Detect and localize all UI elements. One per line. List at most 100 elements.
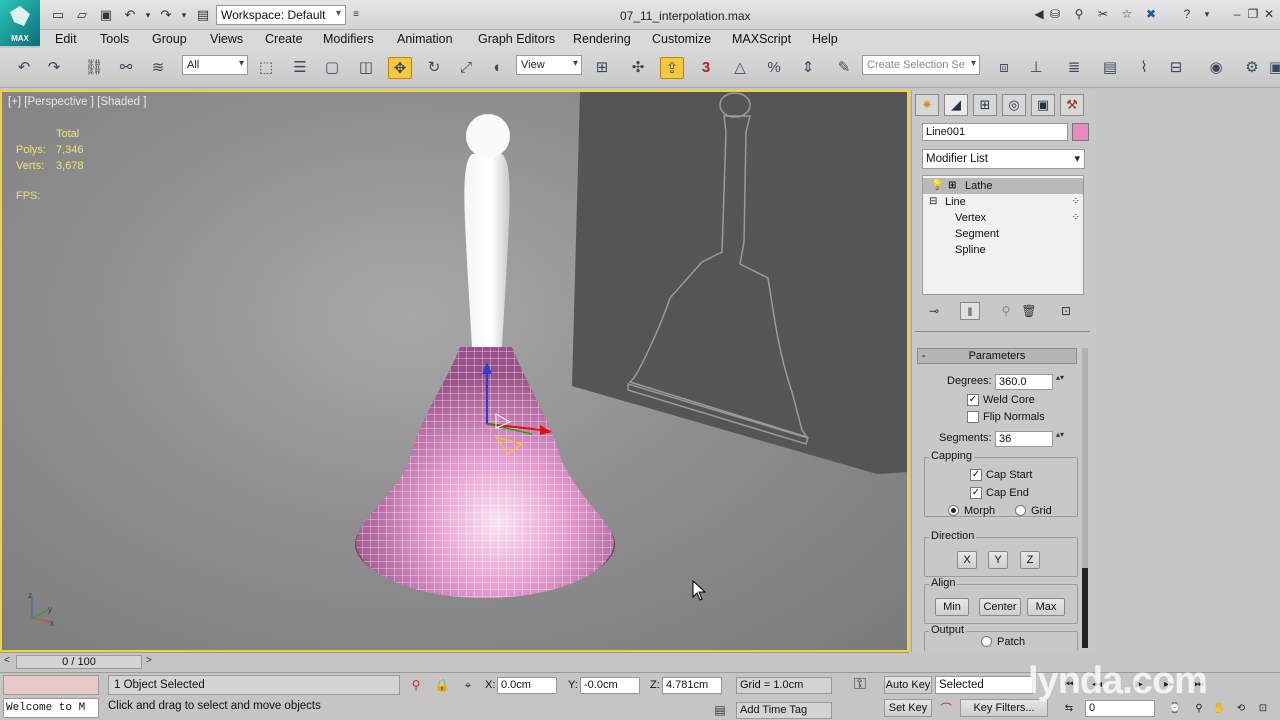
key-selection-dropdown[interactable]: Selected bbox=[935, 676, 1033, 694]
pan-icon[interactable]: ✋ bbox=[1210, 701, 1228, 717]
rectangular-selection-icon[interactable]: ▢ bbox=[320, 57, 344, 79]
close-window-icon[interactable]: ✕ bbox=[1262, 7, 1276, 21]
undo-dropdown-icon[interactable]: ▾ bbox=[140, 7, 156, 23]
layer-manager-icon[interactable]: ≣ bbox=[1062, 57, 1086, 79]
auto-key-button[interactable]: Auto Key bbox=[884, 676, 932, 694]
viewport-label[interactable]: [+] [Perspective ] [Shaded ] bbox=[8, 96, 146, 108]
make-unique-icon[interactable]: ⚲ bbox=[996, 302, 1016, 320]
maxscript-mini-listener-text[interactable]: Welcome to M bbox=[3, 698, 99, 718]
prev-frame-arrow-icon[interactable]: < bbox=[4, 655, 10, 666]
redo-icon[interactable]: ↷ bbox=[42, 57, 66, 79]
customize-qat-icon[interactable]: ≡ bbox=[348, 7, 364, 23]
redo-dropdown-icon[interactable]: ▾ bbox=[176, 7, 192, 23]
align-max-button[interactable]: Max bbox=[1027, 598, 1065, 616]
select-by-name-icon[interactable]: ☰ bbox=[288, 57, 312, 79]
select-and-scale-icon[interactable]: ⤢ bbox=[454, 57, 478, 79]
add-time-tag-button[interactable]: Add Time Tag bbox=[736, 702, 832, 719]
search-icon[interactable]: ⚲ bbox=[1072, 7, 1086, 21]
isolate-selection-icon[interactable]: ⚲ bbox=[408, 677, 424, 693]
menu-maxscript[interactable]: MAXScript bbox=[732, 32, 791, 46]
stack-item-segment[interactable]: Segment bbox=[923, 226, 1083, 242]
display-tab-icon[interactable]: ▣ bbox=[1031, 94, 1055, 116]
unlink-icon[interactable]: ⚯ bbox=[114, 57, 138, 79]
morph-radio[interactable] bbox=[948, 505, 959, 516]
pin-stack-icon[interactable]: ⊸ bbox=[924, 302, 944, 320]
patch-radio[interactable] bbox=[981, 636, 992, 647]
time-config-icon[interactable]: ⌚ bbox=[1166, 701, 1184, 717]
restore-icon[interactable]: ❐ bbox=[1246, 7, 1260, 21]
weld-core-checkbox[interactable]: ✓ bbox=[967, 394, 979, 406]
z-coord-input[interactable]: 4.781cm bbox=[662, 677, 722, 694]
menu-group[interactable]: Group bbox=[152, 32, 187, 46]
mirror-icon[interactable]: ⧈ bbox=[992, 57, 1016, 79]
x-coord-input[interactable]: 0.0cm bbox=[497, 677, 557, 694]
lightbulb-icon[interactable]: 💡 bbox=[931, 178, 943, 194]
object-color-swatch[interactable] bbox=[1072, 123, 1089, 141]
tools-icon[interactable]: ✂ bbox=[1096, 7, 1110, 21]
project-folder-icon[interactable]: ▤ bbox=[195, 7, 211, 23]
stack-item-vertex[interactable]: Vertex ⁘ bbox=[923, 210, 1083, 226]
remove-modifier-icon[interactable]: 🗑 bbox=[1019, 302, 1039, 320]
motion-tab-icon[interactable]: ◎ bbox=[1002, 94, 1026, 116]
select-and-link-icon[interactable]: ⛓ bbox=[82, 57, 106, 79]
segments-spinner[interactable]: 36 bbox=[995, 430, 1064, 447]
menu-animation[interactable]: Animation bbox=[397, 32, 453, 46]
object-name-field[interactable]: Line001 bbox=[922, 123, 1068, 141]
new-file-icon[interactable]: ▭ bbox=[50, 7, 66, 23]
configure-modifier-sets-icon[interactable]: ⊡ bbox=[1056, 302, 1076, 320]
maximize-viewport-icon[interactable]: ⊡ bbox=[1254, 701, 1272, 717]
time-tag-icon[interactable]: ▤ bbox=[712, 702, 728, 718]
set-key-button[interactable]: Set Key bbox=[884, 699, 932, 717]
curve-editor-icon[interactable]: ⌇ bbox=[1132, 57, 1156, 79]
absolute-mode-icon[interactable]: ⌖ bbox=[460, 677, 476, 693]
back-arrow-icon[interactable]: ◀ bbox=[1032, 7, 1046, 21]
open-file-icon[interactable]: ▱ bbox=[74, 7, 90, 23]
stack-item-spline[interactable]: Spline bbox=[923, 242, 1083, 258]
menu-create[interactable]: Create bbox=[265, 32, 303, 46]
keyboard-shortcut-override-icon[interactable]: ⇪ bbox=[660, 57, 684, 79]
menu-views[interactable]: Views bbox=[210, 32, 243, 46]
direction-x-button[interactable]: X bbox=[957, 551, 977, 569]
select-and-move-icon[interactable]: ✥ bbox=[388, 57, 412, 79]
maxscript-listener-mini[interactable] bbox=[3, 675, 99, 695]
key-mode-toggle-icon[interactable]: ⇆ bbox=[1060, 701, 1078, 717]
cap-end-checkbox[interactable]: ✓ bbox=[970, 487, 982, 499]
panel-scrollbar-thumb[interactable] bbox=[1082, 568, 1088, 648]
place-icon[interactable]: ◐ bbox=[486, 57, 510, 79]
degrees-spinner[interactable]: 360.0 bbox=[995, 373, 1064, 390]
orbit-icon[interactable]: ⟲ bbox=[1232, 701, 1250, 717]
time-slider-thumb[interactable]: 0 / 100 bbox=[16, 655, 142, 669]
selection-lock-icon[interactable]: 🔒 bbox=[434, 677, 450, 693]
show-end-result-icon[interactable]: ‖ bbox=[960, 302, 980, 320]
undo-icon[interactable]: ↶ bbox=[122, 7, 138, 23]
render-setup-icon[interactable]: ⚙ bbox=[1240, 57, 1264, 79]
named-selection-set-input[interactable]: Create Selection Se bbox=[862, 55, 980, 75]
snaps-toggle-icon[interactable]: 3 bbox=[694, 57, 718, 79]
menu-graph-editors[interactable]: Graph Editors bbox=[478, 32, 555, 46]
align-min-button[interactable]: Min bbox=[935, 598, 969, 616]
menu-rendering[interactable]: Rendering bbox=[573, 32, 631, 46]
direction-y-button[interactable]: Y bbox=[988, 551, 1008, 569]
menu-edit[interactable]: Edit bbox=[55, 32, 77, 46]
grid-radio[interactable] bbox=[1015, 505, 1026, 516]
collapse-rollout-icon[interactable]: - bbox=[922, 349, 926, 363]
spinner-snap-icon[interactable]: ⇕ bbox=[796, 57, 820, 79]
workspace-dropdown[interactable]: Workspace: Default bbox=[216, 5, 346, 25]
set-key-mode-icon[interactable]: ⚿ bbox=[846, 677, 874, 693]
edit-named-selection-icon[interactable]: ✎ bbox=[832, 57, 856, 79]
menu-customize[interactable]: Customize bbox=[652, 32, 711, 46]
create-tab-icon[interactable]: ✷ bbox=[915, 94, 939, 116]
menu-tools[interactable]: Tools bbox=[100, 32, 129, 46]
cap-start-checkbox[interactable]: ✓ bbox=[970, 469, 982, 481]
parameters-rollout-header[interactable]: - Parameters bbox=[917, 348, 1077, 364]
stack-item-line[interactable]: ⊟ Line ⁘ bbox=[923, 194, 1083, 210]
schematic-view-icon[interactable]: ⊟ bbox=[1164, 57, 1188, 79]
y-coord-input[interactable]: -0.0cm bbox=[580, 677, 640, 694]
save-icon[interactable]: ▣ bbox=[98, 7, 114, 23]
graphite-ribbon-icon[interactable]: ▤ bbox=[1098, 57, 1122, 79]
undo-icon[interactable]: ↶ bbox=[12, 57, 36, 79]
close-x-icon[interactable]: ✖ bbox=[1144, 7, 1158, 21]
select-object-icon[interactable]: ⬚ bbox=[254, 57, 278, 79]
hierarchy-tab-icon[interactable]: ⊞ bbox=[973, 94, 997, 116]
flip-normals-checkbox[interactable] bbox=[967, 411, 979, 423]
